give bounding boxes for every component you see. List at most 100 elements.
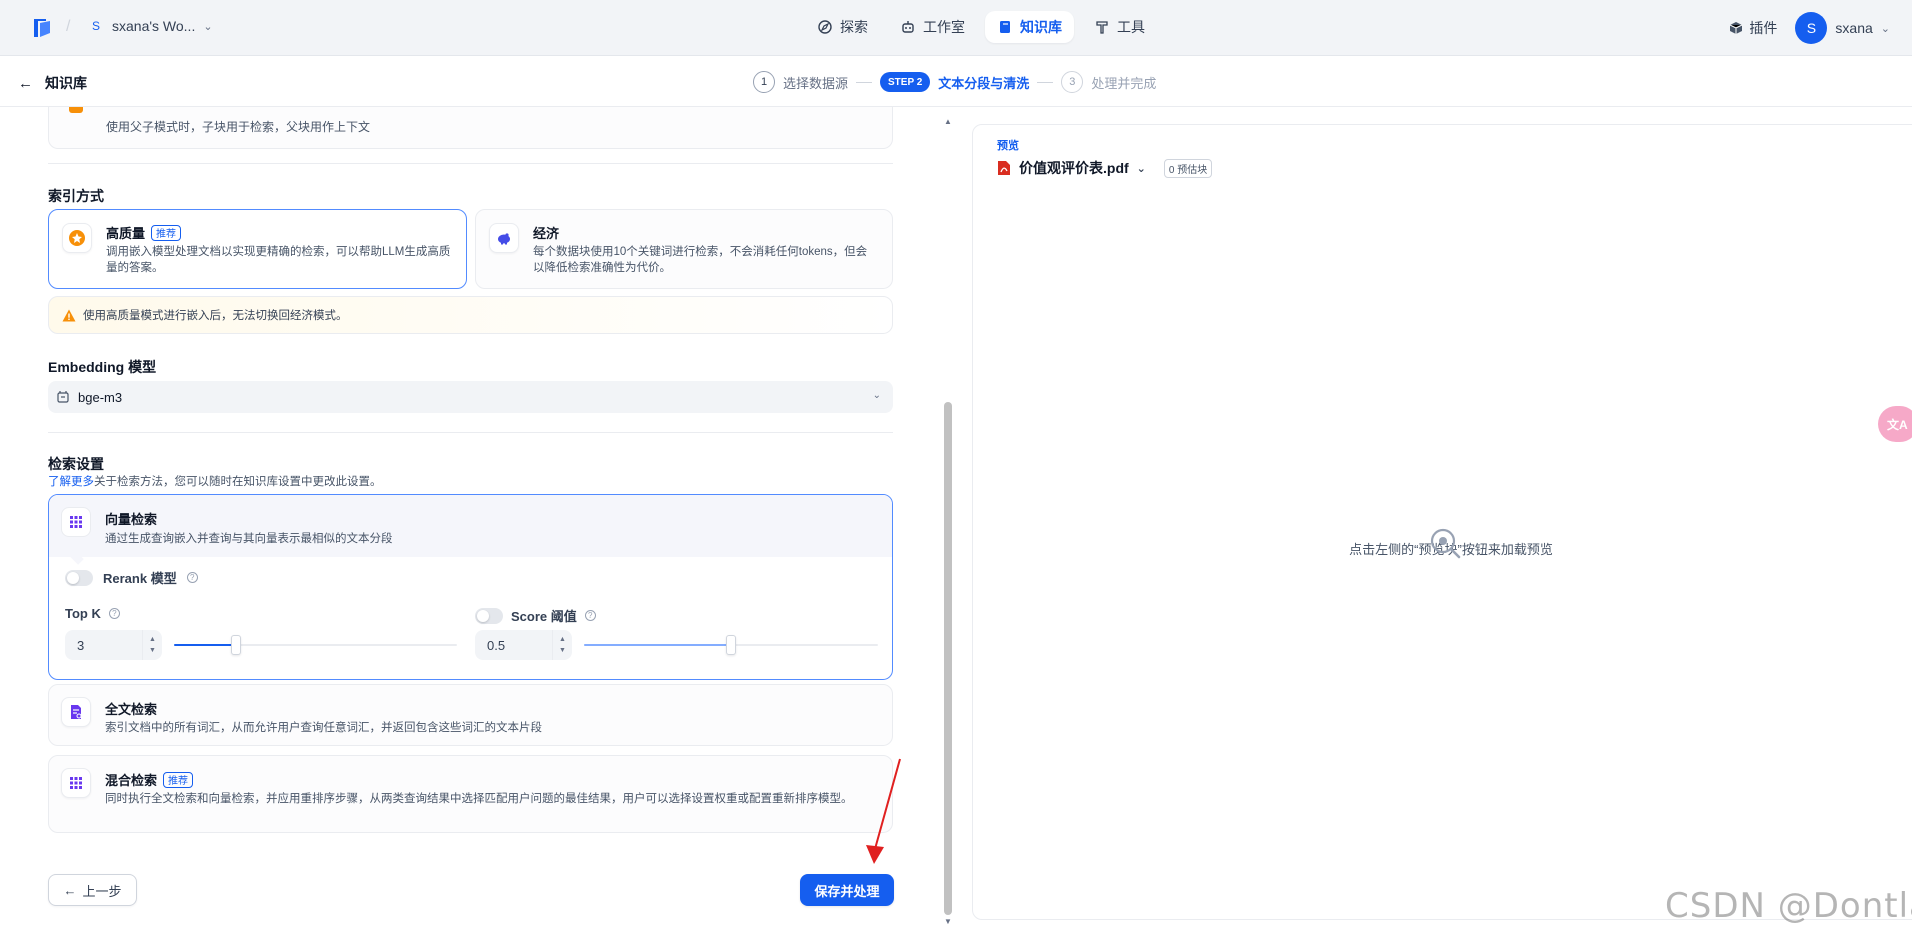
workspace-name: sxana's Wo... xyxy=(112,18,196,34)
recommended-badge: 推荐 xyxy=(151,224,182,241)
preview-file-selector[interactable]: 价值观评价表.pdf ⌄ 0 预估块 xyxy=(997,158,1213,178)
preview-label: 预览 xyxy=(997,140,1019,152)
top-navigation-bar: / S sxana's Wo... ⌄ 探索 工作室 知识库 工具 插件 S s… xyxy=(0,0,1912,56)
hybrid-search-option[interactable]: 混合检索 推荐 同时执行全文检索和向量检索，并应用重排序步骤，从两类查询结果中选… xyxy=(48,755,893,833)
sub-header: ← 知识库 1 选择数据源 STEP 2 文本分段与清洗 3 处理并完成 xyxy=(0,56,1912,107)
top-right-nav: 插件 S sxana ⌄ xyxy=(1729,12,1890,44)
settings-panel: 使用父子模式时，子块用于检索，父块用作上下文 索引方式 高质量 推荐 调用嵌入模… xyxy=(0,107,940,938)
score-slider-handle[interactable] xyxy=(726,635,736,655)
index-high-quality-option[interactable]: 高质量 推荐 调用嵌入模型处理文档以实现更精确的检索，可以帮助LLM生成高质量的… xyxy=(48,209,467,289)
top-k-value: 3 xyxy=(77,637,85,653)
pdf-icon xyxy=(998,161,1010,175)
rerank-label: Rerank 模型 xyxy=(103,571,177,586)
main-nav: 探索 工作室 知识库 工具 xyxy=(805,11,1157,43)
step-connector xyxy=(856,81,873,83)
warning-text: 使用高质量模式进行嵌入后，无法切换回经济模式。 xyxy=(83,310,348,322)
rerank-row: Rerank 模型 ? xyxy=(65,568,198,587)
chevron-up-icon[interactable]: ▲ xyxy=(149,634,156,645)
user-name: sxana xyxy=(1835,20,1873,36)
embedding-model-value: bge-m3 xyxy=(78,389,123,405)
robot-icon xyxy=(902,21,914,33)
chevron-down-icon[interactable]: ▼ xyxy=(149,645,156,656)
chevron-up-icon[interactable]: ▲ xyxy=(559,634,566,645)
chevron-down-icon[interactable]: ▼ xyxy=(559,645,566,656)
scrollbar[interactable]: ▲ ▼ xyxy=(940,107,958,938)
arrow-left-icon: ← xyxy=(18,74,33,92)
chevron-down-icon: ⌄ xyxy=(203,20,213,33)
user-menu[interactable]: S sxana ⌄ xyxy=(1795,12,1890,44)
step-1-label: 选择数据源 xyxy=(783,75,849,91)
parent-child-icon xyxy=(69,107,83,113)
score-slider[interactable] xyxy=(584,635,878,655)
rerank-toggle[interactable] xyxy=(65,569,93,586)
save-and-process-button[interactable]: 保存并处理 xyxy=(800,874,894,906)
warning-icon xyxy=(62,309,76,321)
previous-step-button[interactable]: ← 上一步 xyxy=(48,874,137,906)
score-value: 0.5 xyxy=(487,637,506,653)
step-1-number: 1 xyxy=(753,71,775,93)
economy-title: 经济 xyxy=(533,226,560,241)
index-economy-option[interactable]: 经济 每个数据块使用10个关键词进行检索，不会消耗任何tokens，但会以降低检… xyxy=(475,209,893,289)
preview-file-name: 价值观评价表.pdf xyxy=(1019,160,1129,176)
fulltext-icon-box xyxy=(61,697,91,727)
hybrid-grid-icon xyxy=(70,777,82,789)
nav-knowledge[interactable]: 知识库 xyxy=(985,11,1074,43)
nav-knowledge-label: 知识库 xyxy=(1020,19,1062,35)
high-quality-warning: 使用高质量模式进行嵌入后，无法切换回经济模式。 xyxy=(48,296,893,334)
top-k-slider-handle[interactable] xyxy=(231,635,242,655)
divider xyxy=(48,432,893,433)
estimated-chunks-badge: 0 预估块 xyxy=(1163,158,1213,178)
nav-studio[interactable]: 工作室 xyxy=(888,11,977,43)
preview-card: 预览 价值观评价表.pdf ⌄ 0 预估块 点击左侧的“预览块”按钮来加载预览 xyxy=(972,124,1912,920)
recommended-badge: 推荐 xyxy=(163,771,194,788)
top-k-input[interactable]: 3 ▲ ▼ xyxy=(65,630,162,660)
learn-more-link[interactable]: 了解更多 xyxy=(48,476,94,488)
fulltext-title: 全文检索 xyxy=(105,702,158,717)
book-icon xyxy=(1000,21,1010,33)
score-stepper[interactable]: ▲ ▼ xyxy=(552,630,572,660)
vector-search-option[interactable]: 向量检索 通过生成查询嵌入并查询与其向量表示最相似的文本分段 Rerank 模型… xyxy=(48,494,893,680)
score-input[interactable]: 0.5 ▲ ▼ xyxy=(475,630,572,660)
piggy-bank-icon xyxy=(498,233,510,245)
workspace-badge: S xyxy=(91,19,100,33)
top-k-slider[interactable] xyxy=(174,635,457,655)
app-logo-icon[interactable] xyxy=(32,17,52,39)
economy-description: 每个数据块使用10个关键词进行检索，不会消耗任何tokens，但会以降低检索准确… xyxy=(533,246,868,274)
help-icon[interactable]: ? xyxy=(584,610,596,621)
preview-panel: 预览 价值观评价表.pdf ⌄ 0 预估块 点击左侧的“预览块”按钮来加载预览 xyxy=(958,107,1912,938)
cube-icon xyxy=(1730,22,1743,34)
help-icon[interactable]: ? xyxy=(186,572,198,583)
back-to-knowledge-button[interactable]: ← 知识库 xyxy=(18,73,87,93)
plugins-label: 插件 xyxy=(1749,20,1778,36)
scrollbar-thumb[interactable] xyxy=(944,402,952,915)
star-badge-icon xyxy=(69,230,85,246)
embedding-model-select[interactable]: bge-m3 ⌄ xyxy=(48,381,893,413)
nav-tools-label: 工具 xyxy=(1117,19,1145,35)
divider xyxy=(48,163,893,164)
scroll-down-arrow[interactable]: ▼ xyxy=(944,917,952,926)
fulltext-title-row: 全文检索 xyxy=(105,699,157,718)
step-2-label: 文本分段与清洗 xyxy=(938,75,1030,91)
workspace-switcher[interactable]: S sxana's Wo... ⌄ xyxy=(88,18,213,34)
translate-float-button[interactable]: 文A xyxy=(1878,406,1912,442)
retrieval-hint: 了解更多关于检索方法，您可以随时在知识库设置中更改此设置。 xyxy=(48,473,382,489)
chevron-down-icon: ⌄ xyxy=(1136,162,1146,175)
top-k-stepper[interactable]: ▲ ▼ xyxy=(142,630,162,660)
top-k-label: Top K xyxy=(65,606,101,621)
plugins-button[interactable]: 插件 xyxy=(1729,18,1777,38)
index-method-title: 索引方式 xyxy=(48,188,104,204)
parent-child-mode-card[interactable]: 使用父子模式时，子块用于检索，父块用作上下文 xyxy=(48,107,893,149)
help-icon[interactable]: ? xyxy=(108,608,120,619)
annotation-arrow xyxy=(866,758,901,864)
score-threshold-toggle[interactable] xyxy=(475,607,503,624)
step-3-number: 3 xyxy=(1061,71,1084,93)
fulltext-search-option[interactable]: 全文检索 索引文档中的所有词汇，从而允许用户查询任意词汇，并返回包含这些词汇的文… xyxy=(48,684,893,746)
nav-explore[interactable]: 探索 xyxy=(805,11,880,43)
step-3-label: 处理并完成 xyxy=(1091,75,1157,91)
score-label-row: Score 阈值 ? xyxy=(475,606,596,625)
fulltext-description: 索引文档中的所有词汇，从而允许用户查询任意词汇，并返回包含这些词汇的文本片段 xyxy=(105,722,542,734)
scroll-up-arrow[interactable]: ▲ xyxy=(944,117,952,126)
hybrid-title: 混合检索 xyxy=(105,773,158,788)
nav-tools[interactable]: 工具 xyxy=(1082,11,1157,43)
high-quality-title-row: 高质量 推荐 xyxy=(106,223,182,242)
